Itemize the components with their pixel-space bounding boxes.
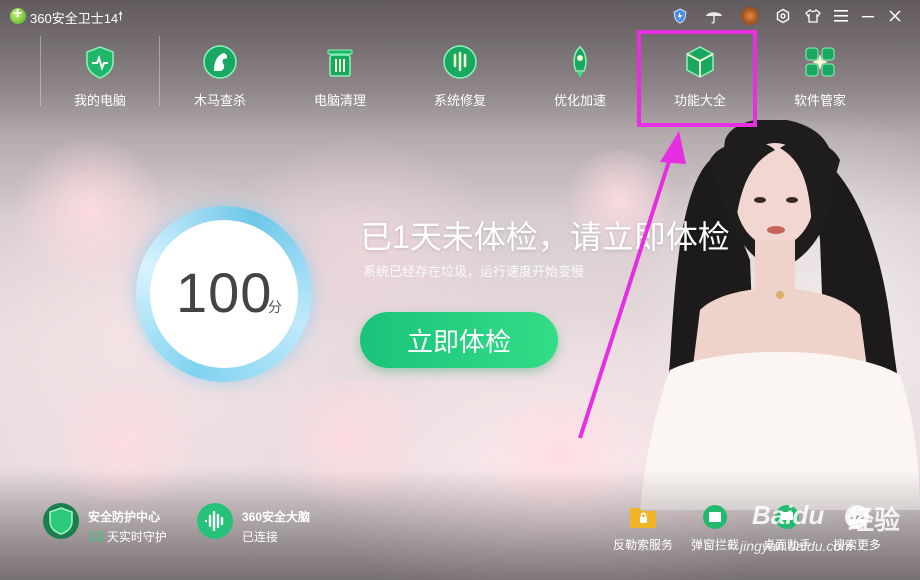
security-center-status: 13 天实时守护: [88, 528, 167, 545]
protection-days: 13: [88, 528, 104, 544]
watermark-brand: Baidu: [752, 500, 825, 530]
brain-wave-icon: [197, 503, 233, 539]
title-bar: 360安全卫士14 🠕: [0, 0, 920, 32]
app-window: 360安全卫士14 🠕 我的电脑 木马查杀: [0, 0, 920, 580]
nav-optimize[interactable]: 优化加速: [525, 40, 635, 110]
security-center[interactable]: 安全防护中心 13 天实时守护: [42, 502, 192, 546]
menu-icon[interactable]: [832, 7, 850, 25]
nav-label: 系统修复: [433, 93, 486, 108]
nav-my-computer[interactable]: 我的电脑: [45, 40, 155, 110]
security-brain-status: 已连接: [242, 530, 279, 544]
security-brain-title: 360安全大脑: [242, 510, 311, 524]
nav-software-manager[interactable]: 软件管家: [765, 40, 875, 110]
popup-block-icon: [703, 505, 727, 529]
tool-label: 反勒索服务: [612, 538, 673, 552]
nav-label: 木马查杀: [193, 93, 246, 108]
settings-icon[interactable]: [774, 7, 792, 25]
nav-label: 我的电脑: [73, 93, 126, 108]
minimize-icon[interactable]: [859, 7, 877, 25]
watermark-word: 经验: [848, 505, 901, 535]
nav-label: 电脑清理: [313, 93, 366, 108]
apps-icon: [805, 47, 835, 77]
watermark-url: jingyan.baidu.com: [740, 538, 853, 554]
umbrella-icon[interactable]: [705, 7, 723, 25]
nav-trojan-scan[interactable]: 木马查杀: [165, 40, 275, 110]
score-unit: 分: [268, 299, 282, 315]
start-checkup-button[interactable]: 立即体检: [360, 312, 558, 368]
nav-label: 软件管家: [793, 93, 846, 108]
checkup-subline: 系统已经存在垃圾，运行速度开始变慢: [363, 264, 585, 279]
checkup-headline: 已1天未体检，请立即体检: [360, 219, 730, 255]
close-icon[interactable]: [886, 7, 904, 25]
rocket-icon: [573, 46, 587, 78]
background-portrait: [640, 120, 920, 510]
nav-system-repair[interactable]: 系统修复: [405, 40, 515, 110]
nav-separator: [159, 36, 160, 106]
folder-lock-icon: [630, 508, 656, 528]
upgrade-arrow-icon[interactable]: 🠕: [118, 7, 123, 28]
shield-status-icon: [43, 503, 79, 539]
protection-days-label: 天实时守护: [106, 530, 167, 544]
nav-label: 优化加速: [553, 93, 606, 108]
trash-icon: [327, 49, 353, 77]
horse-icon: [203, 45, 237, 79]
repair-icon: [443, 45, 477, 79]
shield-badge-icon[interactable]: [671, 7, 689, 25]
nav-separator: [40, 36, 41, 106]
app-logo-icon: [10, 5, 26, 24]
score-value: 100: [176, 261, 273, 324]
watermark: Baidu 经验 jingyan.baidu.com: [740, 482, 910, 562]
highlight-box: [637, 30, 757, 127]
shield-icon: [86, 46, 114, 79]
security-brain[interactable]: 360安全大脑 已连接: [196, 502, 336, 546]
skin-icon[interactable]: [804, 7, 822, 25]
security-center-title: 安全防护中心: [88, 510, 161, 524]
nav-cleanup[interactable]: 电脑清理: [285, 40, 395, 110]
avatar-icon[interactable]: [741, 7, 759, 25]
app-title: 360安全卫士14: [30, 11, 119, 26]
